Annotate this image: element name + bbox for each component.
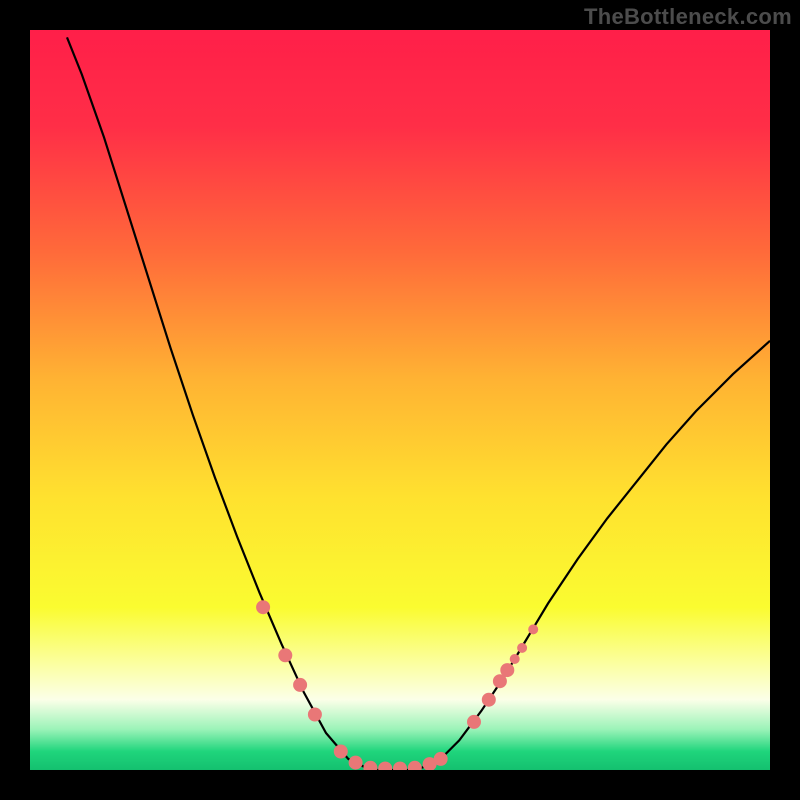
data-marker (256, 600, 270, 614)
chart-svg (30, 30, 770, 770)
watermark-text: TheBottleneck.com (584, 4, 792, 30)
data-marker (293, 678, 307, 692)
data-marker (349, 756, 363, 770)
data-marker (510, 654, 520, 664)
data-marker (528, 624, 538, 634)
data-marker (434, 752, 448, 766)
data-marker (308, 708, 322, 722)
data-marker (334, 745, 348, 759)
data-marker (467, 715, 481, 729)
chart-frame: TheBottleneck.com (0, 0, 800, 800)
data-marker (482, 693, 496, 707)
data-marker (278, 648, 292, 662)
gradient-background (30, 30, 770, 770)
data-marker (500, 663, 514, 677)
data-marker (517, 643, 527, 653)
chart-plot-area (30, 30, 770, 770)
